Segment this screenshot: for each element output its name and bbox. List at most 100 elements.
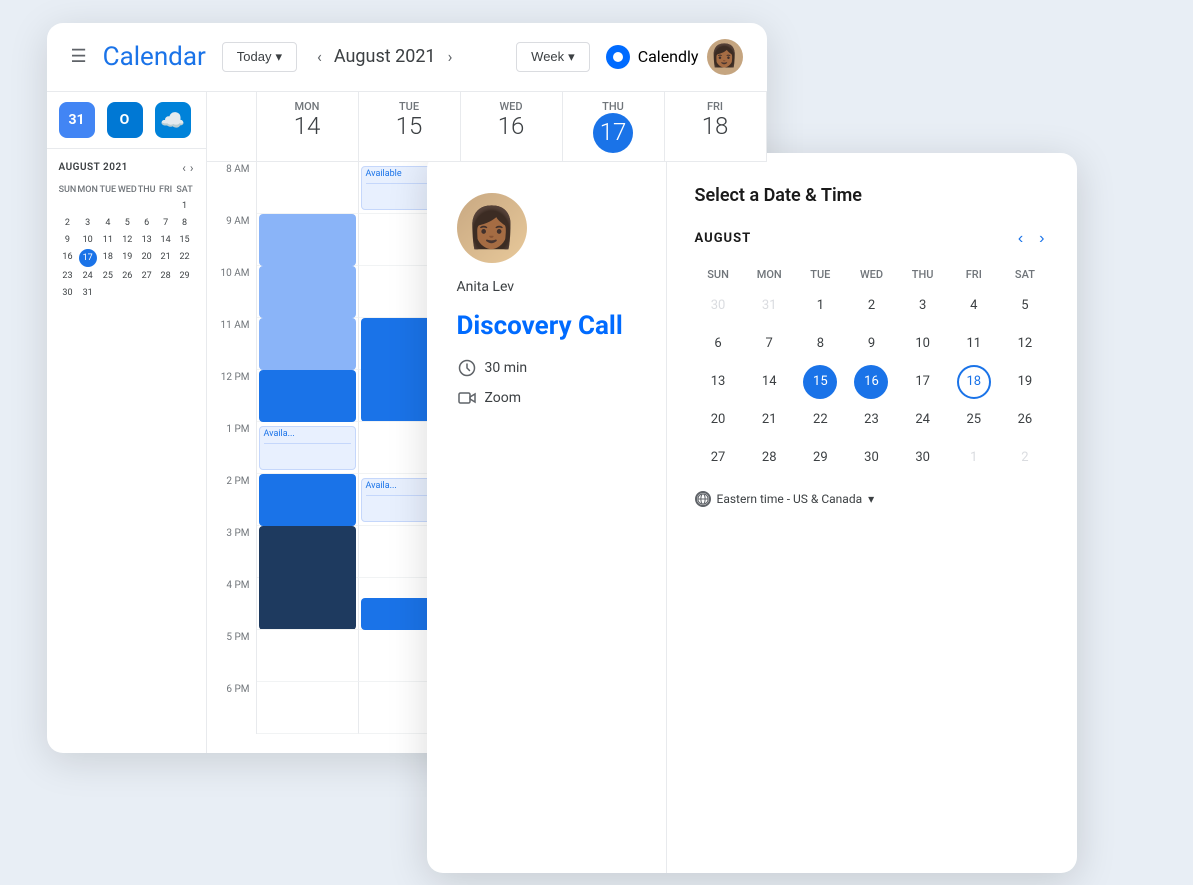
mini-day[interactable]: 25: [99, 268, 117, 284]
date-cell[interactable]: 27: [701, 441, 735, 475]
mini-day[interactable]: 1: [176, 198, 194, 214]
mini-day[interactable]: 7: [157, 215, 175, 231]
mini-day[interactable]: 21: [157, 249, 175, 267]
date-cell[interactable]: 30: [854, 441, 888, 475]
date-cell[interactable]: 12: [1008, 327, 1042, 361]
cell-mon-12[interactable]: [257, 370, 359, 422]
date-cell[interactable]: 28: [752, 441, 786, 475]
mini-day[interactable]: 8: [176, 215, 194, 231]
date-cell[interactable]: 2: [1008, 441, 1042, 475]
mini-day[interactable]: 2: [59, 215, 77, 231]
date-cell[interactable]: 30: [701, 289, 735, 323]
mini-day[interactable]: 14: [157, 232, 175, 248]
user-avatar[interactable]: 👩🏾: [707, 39, 743, 75]
cell-mon-5[interactable]: [257, 630, 359, 682]
date-cell[interactable]: 1: [957, 441, 991, 475]
next-month-icon[interactable]: ›: [444, 43, 457, 70]
date-cell[interactable]: 3: [906, 289, 940, 323]
mini-day[interactable]: 28: [157, 268, 175, 284]
mini-day[interactable]: 30: [59, 285, 77, 301]
date-cell[interactable]: 4: [957, 289, 991, 323]
date-cell[interactable]: 19: [1008, 365, 1042, 399]
date-cell[interactable]: 10: [906, 327, 940, 361]
week-view-button[interactable]: Week ▾: [516, 42, 590, 72]
date-cell[interactable]: 25: [957, 403, 991, 437]
date-cell[interactable]: 2: [854, 289, 888, 323]
calendly-badge: Calendly 👩🏾: [606, 39, 743, 75]
google-calendar-icon[interactable]: 31: [59, 102, 95, 138]
cell-mon-6[interactable]: [257, 682, 359, 734]
mini-today[interactable]: 17: [79, 249, 97, 267]
booking-next-month-button[interactable]: ›: [1035, 226, 1048, 252]
date-cell[interactable]: 11: [957, 327, 991, 361]
cell-mon-11[interactable]: [257, 318, 359, 370]
mini-day[interactable]: 6: [138, 215, 156, 231]
date-cell[interactable]: 23: [854, 403, 888, 437]
mini-day[interactable]: 16: [59, 249, 77, 267]
mini-day[interactable]: 26: [118, 268, 137, 284]
date-cell[interactable]: 26: [1008, 403, 1042, 437]
date-cell[interactable]: 1: [803, 289, 837, 323]
today-button[interactable]: Today ▾: [222, 42, 297, 72]
date-cell[interactable]: 22: [803, 403, 837, 437]
date-cell[interactable]: 13: [701, 365, 735, 399]
mini-day[interactable]: 22: [176, 249, 194, 267]
date-cell[interactable]: 6: [701, 327, 735, 361]
event-mon-10[interactable]: [259, 266, 356, 318]
cell-mon-8[interactable]: [257, 162, 359, 214]
mini-day[interactable]: 13: [138, 232, 156, 248]
hamburger-icon[interactable]: ☰: [71, 46, 87, 67]
event-mon-12[interactable]: [259, 370, 356, 422]
cell-mon-2[interactable]: [257, 474, 359, 526]
mini-day[interactable]: 29: [176, 268, 194, 284]
date-cell[interactable]: 30: [906, 441, 940, 475]
date-cell[interactable]: 21: [752, 403, 786, 437]
prev-month-icon[interactable]: ‹: [313, 43, 326, 70]
date-cell[interactable]: 9: [854, 327, 888, 361]
booking-prev-month-button[interactable]: ‹: [1014, 226, 1027, 252]
date-cell-16-highlighted[interactable]: 16: [854, 365, 888, 399]
date-cell[interactable]: 8: [803, 327, 837, 361]
mini-day[interactable]: 20: [138, 249, 156, 267]
cell-mon-3[interactable]: [257, 526, 359, 578]
mini-day[interactable]: 24: [77, 268, 97, 284]
day-header-wed: WED 16: [461, 92, 563, 161]
timezone-dropdown-icon[interactable]: ▾: [868, 492, 874, 506]
date-cell[interactable]: 24: [906, 403, 940, 437]
mini-day[interactable]: 15: [176, 232, 194, 248]
cell-mon-10[interactable]: [257, 266, 359, 318]
event-mon-11[interactable]: [259, 318, 356, 370]
cell-mon-1[interactable]: Availa...: [257, 422, 359, 474]
cell-mon-9[interactable]: [257, 214, 359, 266]
mini-day[interactable]: 23: [59, 268, 77, 284]
date-cell[interactable]: 7: [752, 327, 786, 361]
date-cell[interactable]: 29: [803, 441, 837, 475]
event-mon-1-avail[interactable]: Availa...: [259, 426, 356, 470]
cell-mon-4[interactable]: [257, 578, 359, 630]
date-cell-15-highlighted[interactable]: 15: [803, 365, 837, 399]
mini-prev-icon[interactable]: ‹: [182, 161, 186, 175]
date-cell-18-circled[interactable]: 18: [957, 365, 991, 399]
mini-day[interactable]: 10: [77, 232, 97, 248]
mini-next-icon[interactable]: ›: [190, 161, 194, 175]
calendar-header: ☰ Calendar Today ▾ ‹ August 2021 › Week …: [47, 23, 767, 92]
event-mon-2[interactable]: [259, 474, 356, 526]
mini-day[interactable]: 3: [77, 215, 97, 231]
date-cell[interactable]: 20: [701, 403, 735, 437]
date-cell[interactable]: 17: [906, 365, 940, 399]
onedrive-icon[interactable]: ☁️: [155, 102, 191, 138]
mini-day[interactable]: 19: [118, 249, 137, 267]
mini-day[interactable]: 11: [99, 232, 117, 248]
mini-day[interactable]: 4: [99, 215, 117, 231]
event-mon-9[interactable]: [259, 214, 356, 266]
date-cell[interactable]: 14: [752, 365, 786, 399]
mini-day[interactable]: 31: [77, 285, 97, 301]
date-cell[interactable]: 31: [752, 289, 786, 323]
mini-day[interactable]: 9: [59, 232, 77, 248]
date-cell[interactable]: 5: [1008, 289, 1042, 323]
outlook-icon[interactable]: O: [107, 102, 143, 138]
mini-day[interactable]: 12: [118, 232, 137, 248]
mini-day[interactable]: 5: [118, 215, 137, 231]
mini-day[interactable]: 18: [99, 249, 117, 267]
mini-day[interactable]: 27: [138, 268, 156, 284]
